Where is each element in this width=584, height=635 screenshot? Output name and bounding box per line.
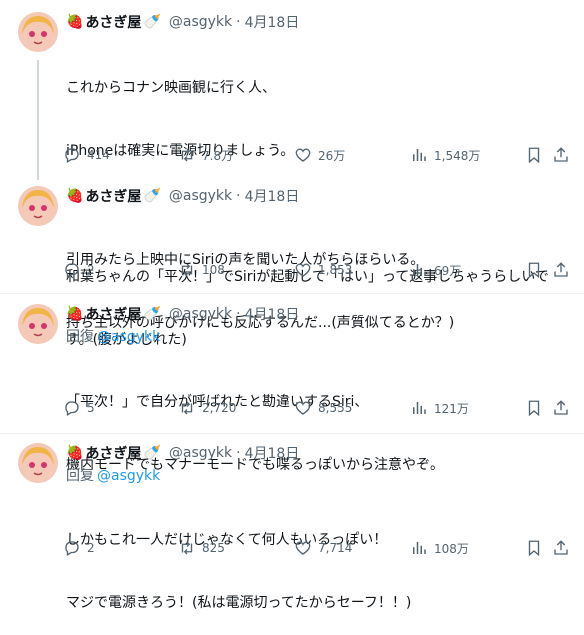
tweet-header: 🍓 あさぎ屋 🍼 @asgykk · 4月18日 — [66, 443, 299, 463]
strawberry-icon: 🍓 — [66, 306, 84, 322]
views-button[interactable]: 69万 — [410, 261, 461, 279]
reply-icon — [65, 401, 79, 416]
retweet-icon — [181, 148, 193, 162]
handle[interactable]: @asgykk — [169, 188, 232, 204]
reply-icon — [65, 541, 79, 556]
bookmark-icon — [528, 400, 540, 417]
tweet-header: 🍓 あさぎ屋 🍼 @asgykk · 4月18日 — [66, 186, 299, 206]
replying-to-label: 回复 — [66, 468, 94, 484]
text-line: これからコナン映画観に行く人、 — [66, 80, 276, 96]
share-icon — [554, 147, 568, 162]
tweet-divider — [0, 433, 584, 434]
bookmark-button[interactable] — [525, 261, 543, 279]
share-button[interactable] — [552, 399, 570, 417]
baby-bottle-icon: 🍼 — [143, 14, 161, 30]
like-button[interactable]: 1,853 — [294, 261, 352, 279]
views-button[interactable]: 1,548万 — [410, 146, 480, 164]
action-bar: 5 2,720 8,555 121万 — [58, 399, 578, 419]
mention-link[interactable]: @asgykk — [97, 468, 160, 484]
separator: · — [236, 14, 241, 30]
share-icon — [554, 540, 568, 555]
replying-to-label: 回復 — [66, 329, 94, 345]
strawberry-icon: 🍓 — [66, 445, 84, 461]
share-icon — [554, 400, 568, 415]
replying-to: 回復 @asgykk — [66, 327, 160, 348]
timestamp[interactable]: 4月18日 — [245, 304, 300, 324]
avatar[interactable] — [18, 12, 58, 52]
avatar[interactable] — [18, 443, 58, 483]
tweet-text: しかもこれ一人だけじゃなくて何人もいるっぽい！ マジで電源きろう！(私は電源切っ… — [66, 488, 576, 635]
timestamp[interactable]: 4月18日 — [245, 186, 300, 206]
timestamp[interactable]: 4月18日 — [245, 12, 300, 32]
mention-link[interactable]: @asgykk — [97, 329, 160, 345]
retweet-button[interactable]: 2,720 — [178, 399, 236, 417]
tweet-header: 🍓 あさぎ屋 🍼 @asgykk · 4月18日 — [66, 304, 299, 324]
tweet-header: 🍓 あさぎ屋 🍼 @asgykk · 4月18日 — [66, 12, 299, 32]
retweet-icon — [181, 263, 193, 277]
separator: · — [236, 188, 241, 204]
avatar[interactable] — [18, 186, 58, 226]
bookmark-button[interactable] — [525, 539, 543, 557]
reply-button[interactable]: 5 — [63, 399, 95, 417]
display-name[interactable]: 🍓 あさぎ屋 🍼 — [66, 443, 163, 463]
display-name[interactable]: 🍓 あさぎ屋 🍼 — [66, 12, 163, 32]
display-name[interactable]: 🍓 あさぎ屋 🍼 — [66, 186, 163, 206]
views-icon — [413, 402, 426, 414]
retweet-button[interactable]: 825 — [178, 539, 225, 557]
text-line: マジで電源きろう！(私は電源切ってたからセーフ！！) — [66, 595, 412, 611]
heart-icon — [295, 148, 311, 162]
views-icon — [413, 149, 426, 161]
action-bar: 414 7.8万 26万 1,548万 — [58, 146, 578, 166]
baby-bottle-icon: 🍼 — [143, 445, 161, 461]
heart-icon — [295, 541, 311, 555]
strawberry-icon: 🍓 — [66, 188, 84, 204]
baby-bottle-icon: 🍼 — [143, 188, 161, 204]
display-name[interactable]: 🍓 あさぎ屋 🍼 — [66, 304, 163, 324]
reply-icon — [65, 263, 79, 278]
handle[interactable]: @asgykk — [169, 445, 232, 461]
bookmark-icon — [528, 262, 540, 279]
views-icon — [413, 542, 426, 554]
views-button[interactable]: 108万 — [410, 539, 469, 557]
reply-button[interactable]: 2 — [63, 261, 95, 279]
share-button[interactable] — [552, 146, 570, 164]
reply-icon — [65, 148, 79, 163]
action-bar: 2 108 1,853 69万 — [58, 261, 578, 281]
retweet-icon — [181, 401, 193, 415]
retweet-button[interactable]: 108 — [178, 261, 225, 279]
bookmark-button[interactable] — [525, 146, 543, 164]
like-button[interactable]: 8,555 — [294, 399, 352, 417]
replying-to: 回复 @asgykk — [66, 466, 160, 487]
retweet-button[interactable]: 7.8万 — [178, 146, 233, 164]
heart-icon — [295, 263, 311, 277]
retweet-icon — [181, 541, 193, 555]
share-button[interactable] — [552, 261, 570, 279]
thread-connector-line — [37, 60, 39, 180]
bookmark-button[interactable] — [525, 399, 543, 417]
views-icon — [413, 264, 426, 276]
action-bar: 2 825 7,714 108万 — [58, 539, 578, 559]
separator: · — [236, 306, 241, 322]
separator: · — [236, 445, 241, 461]
share-button[interactable] — [552, 539, 570, 557]
bookmark-icon — [528, 147, 540, 164]
like-button[interactable]: 26万 — [294, 146, 345, 164]
like-button[interactable]: 7,714 — [294, 539, 352, 557]
avatar[interactable] — [18, 304, 58, 344]
reply-button[interactable]: 2 — [63, 539, 95, 557]
baby-bottle-icon: 🍼 — [143, 306, 161, 322]
heart-icon — [295, 401, 311, 415]
bookmark-icon — [528, 540, 540, 557]
views-button[interactable]: 121万 — [410, 399, 469, 417]
strawberry-icon: 🍓 — [66, 14, 84, 30]
timestamp[interactable]: 4月18日 — [245, 443, 300, 463]
share-icon — [554, 262, 568, 277]
tweet-divider — [0, 293, 584, 294]
reply-button[interactable]: 414 — [63, 146, 110, 164]
handle[interactable]: @asgykk — [169, 14, 232, 30]
handle[interactable]: @asgykk — [169, 306, 232, 322]
